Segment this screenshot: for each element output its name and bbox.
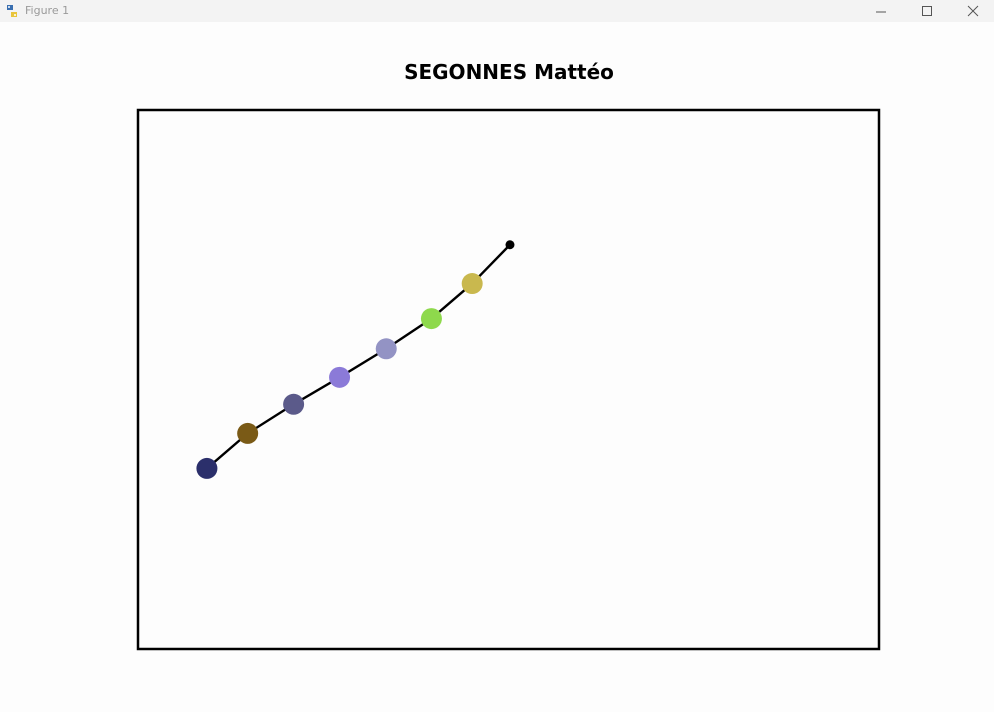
data-point-3 xyxy=(283,393,305,415)
plot-canvas xyxy=(136,108,881,651)
data-point-6 xyxy=(420,308,442,330)
data-point-7 xyxy=(461,273,483,295)
end-point-marker xyxy=(505,240,515,250)
axes-frame xyxy=(136,108,881,651)
data-point-5 xyxy=(375,338,397,360)
data-point-2 xyxy=(237,422,259,444)
data-point-4 xyxy=(329,366,351,388)
data-point-1 xyxy=(196,457,218,479)
